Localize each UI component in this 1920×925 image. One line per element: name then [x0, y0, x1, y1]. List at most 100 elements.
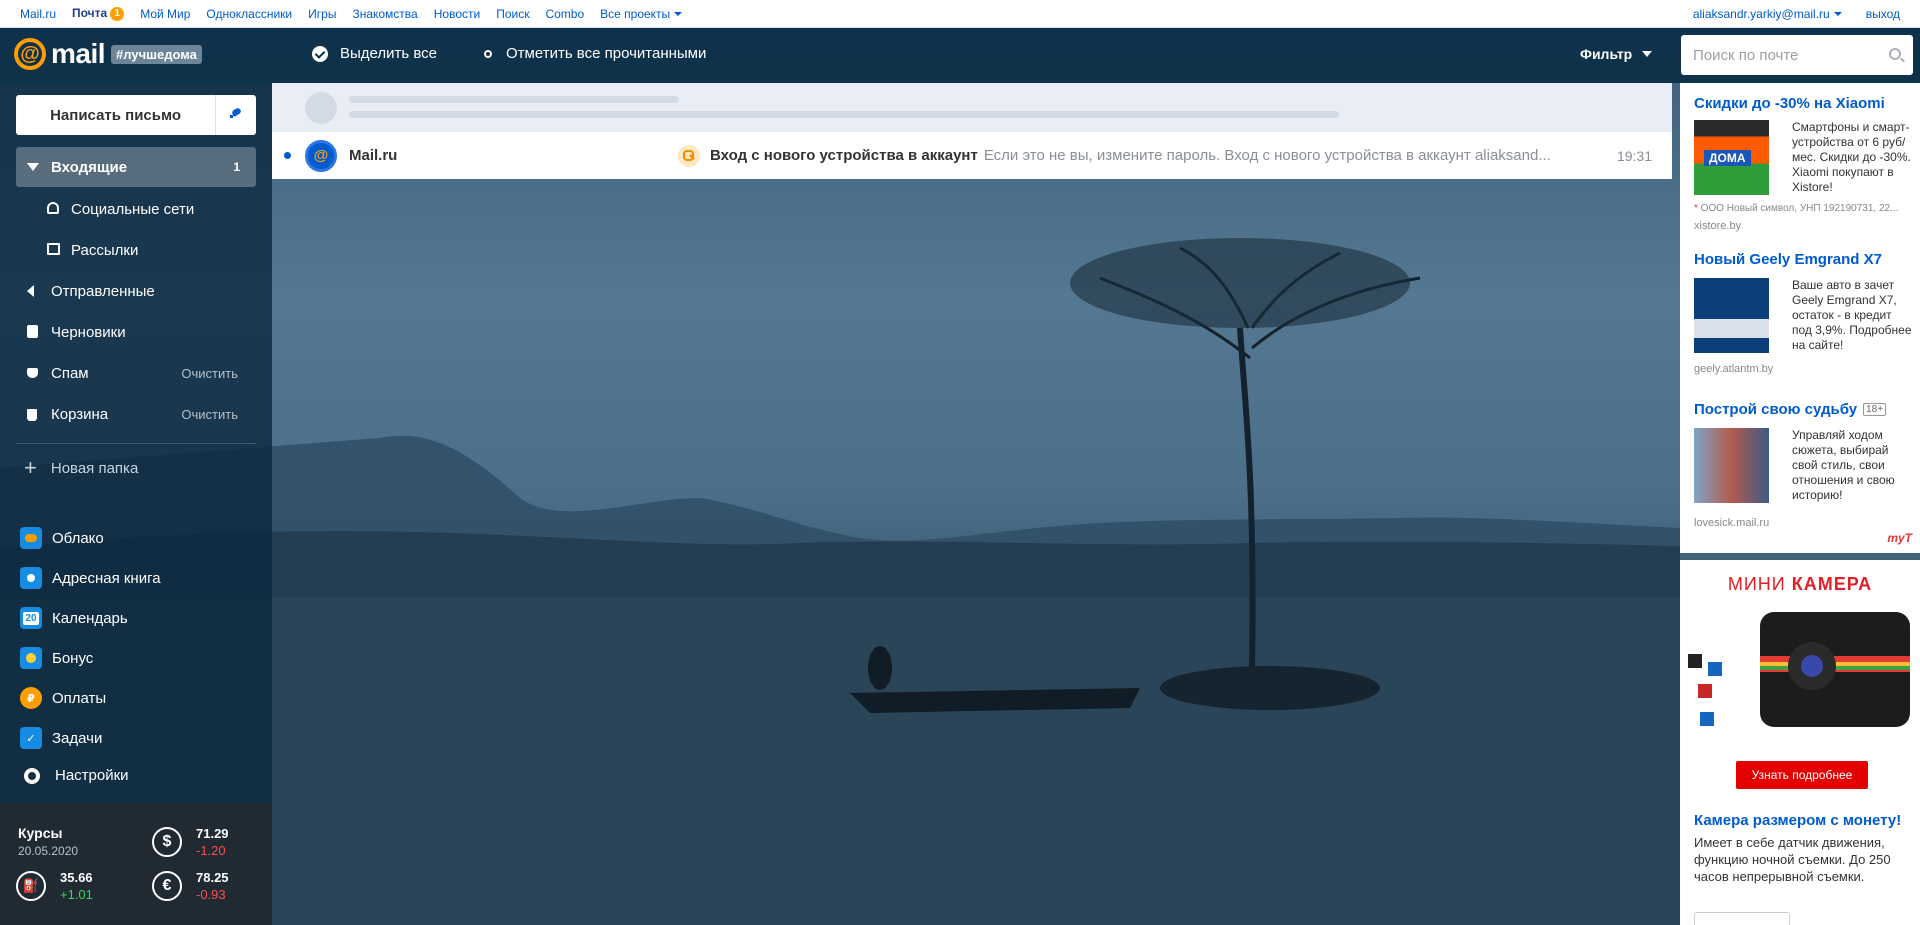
folder-drafts[interactable]: Черновики — [16, 312, 256, 352]
message-row[interactable]: @ Mail.ru Вход с нового устройства в акк… — [272, 131, 1672, 179]
ad-geely-image[interactable] — [1694, 278, 1769, 353]
ad-xiaomi-image-label: ДОМА — [1704, 150, 1751, 166]
service-bonus[interactable]: Бонус — [20, 647, 93, 669]
folder-trash[interactable]: Корзина Очистить — [16, 394, 256, 434]
compose-button[interactable]: Написать письмо — [16, 95, 256, 135]
usd-value: 71.29 — [196, 826, 229, 841]
currency-widget[interactable]: Курсы 20.05.2020 $ 71.29 -1.20 ⛽ 35.66 +1.… — [0, 803, 272, 925]
ad-camera-image[interactable] — [1680, 604, 1920, 734]
search-icon[interactable] — [1889, 48, 1901, 60]
service-tasks-label: Задачи — [52, 729, 103, 747]
mail-logo[interactable]: @ mail #лучшедома — [14, 38, 202, 70]
portal-bar: Mail.ru Почта 1 Мой Мир Одноклассники Игр… — [0, 0, 1920, 28]
ad-lovesick-image[interactable] — [1694, 428, 1769, 503]
folder-inbox[interactable]: Входящие 1 — [16, 147, 256, 187]
logo-hashtag: #лучшедома — [111, 44, 202, 64]
message-sender: Mail.ru — [349, 147, 398, 164]
filter-button[interactable]: Фильтр — [1580, 46, 1653, 62]
chevron-down-icon — [1642, 51, 1653, 57]
ad-lovesick-text: Управляй ходом сюжета, выбирай свой стил… — [1792, 428, 1895, 502]
service-payments[interactable]: ₽ Оплаты — [20, 687, 106, 709]
ad-xiaomi[interactable]: Скидки до -30% на Xiaomi ДОМА Смартфоны … — [1694, 95, 1914, 232]
user-menu[interactable]: aliaksandr.yarkiy@mail.ru — [1693, 7, 1842, 21]
gear-icon — [24, 767, 40, 784]
service-calendar-label: Календарь — [52, 609, 128, 627]
logout-link[interactable]: выход — [1866, 7, 1900, 21]
clear-spam-button[interactable]: Очистить — [181, 366, 238, 381]
folder-social[interactable]: Социальные сети — [36, 189, 256, 229]
ad-lovesick-source[interactable]: lovesick.mail.ru — [1694, 517, 1914, 529]
service-tasks[interactable]: ✓ Задачи — [20, 727, 102, 749]
select-all-button[interactable]: Выделить все — [312, 45, 437, 62]
folder-newsletters-label: Рассылки — [71, 241, 139, 259]
ad-xiaomi-source[interactable]: xistore.by — [1694, 220, 1914, 232]
portal-link-ok[interactable]: Одноклассники — [206, 7, 292, 21]
search-input[interactable] — [1693, 46, 1873, 64]
portal-user: aliaksandr.yarkiy@mail.ru выход — [1693, 7, 1900, 21]
user-email: aliaksandr.yarkiy@mail.ru — [1692, 6, 1830, 21]
portal-link-dating[interactable]: Знакомства — [352, 7, 417, 21]
triangle-down-icon — [27, 160, 41, 174]
ad-xiaomi-text: Смартфоны и смарт-устройства от 6 руб/ме… — [1792, 120, 1911, 194]
thumbs-down-icon — [27, 366, 41, 380]
portal-link-my-world[interactable]: Мой Мир — [140, 7, 190, 21]
plus-icon: + — [24, 455, 37, 480]
ad-geely-source[interactable]: geely.atlantm.by — [1694, 363, 1914, 375]
clear-trash-button[interactable]: Очистить — [181, 407, 238, 422]
ad-geely-title[interactable]: Новый Geely Emgrand X7 — [1694, 251, 1914, 268]
folder-inbox-label: Входящие — [51, 158, 128, 176]
oil-value: 35.66 — [60, 870, 93, 885]
ad-geely-text: Ваше авто в зачет Geely Emgrand X7, оста… — [1792, 278, 1912, 352]
service-contacts-label: Адресная книга — [52, 569, 161, 587]
portal-link-combo[interactable]: Combo — [545, 7, 584, 21]
service-cloud-label: Облако — [52, 529, 104, 547]
folder-social-label: Социальные сети — [71, 200, 195, 218]
ad-block: Скидки до -30% на Xiaomi ДОМА Смартфоны … — [1680, 83, 1920, 553]
ad-mini-camera[interactable]: МИНИ КАМЕРА Узнать подробнее Камера разм… — [1680, 560, 1920, 925]
portal-link-mailru[interactable]: Mail.ru — [20, 7, 56, 21]
portal-link-all-projects[interactable]: Все проекты — [600, 7, 698, 21]
ad-lovesick[interactable]: Построй свою судьбу 18+ Управляй ходом сю… — [1694, 401, 1914, 529]
select-all-label: Выделить все — [340, 45, 438, 62]
logo-word: mail — [51, 38, 106, 69]
service-cloud[interactable]: Облако — [20, 527, 104, 549]
ad-camera-text: Имеет в себе датчик движения, функцию но… — [1694, 835, 1891, 884]
ad-lovesick-body: Управляй ходом сюжета, выбирай свой стил… — [1694, 428, 1914, 503]
ad-xiaomi-image[interactable]: ДОМА — [1694, 120, 1769, 195]
ad-geely[interactable]: Новый Geely Emgrand X7 Ваше авто в зачет… — [1694, 251, 1914, 375]
portal-link-mail-label: Почта — [72, 6, 108, 20]
compose-options-icon[interactable] — [216, 95, 256, 135]
new-folder-button[interactable]: + Новая папка — [24, 455, 139, 480]
portal-link-mail[interactable]: Почта 1 — [72, 6, 125, 21]
mytarget-logo[interactable]: myT — [1887, 531, 1912, 545]
ad-camera-title[interactable]: Камера размером с монету! — [1694, 812, 1901, 829]
message-subject: Вход с нового устройства в аккаунт — [710, 147, 978, 164]
check-circle-icon — [312, 45, 328, 62]
settings-link[interactable]: Настройки — [20, 767, 129, 784]
ad-camera-more-button[interactable] — [1694, 912, 1790, 925]
sender-avatar: @ — [305, 139, 337, 172]
service-calendar[interactable]: 20 Календарь — [20, 607, 128, 629]
at-logo-icon: @ — [14, 38, 46, 70]
portal-link-news[interactable]: Новости — [434, 7, 480, 21]
portal-link-search[interactable]: Поиск — [496, 7, 529, 21]
service-contacts[interactable]: Адресная книга — [20, 567, 161, 589]
unread-dot-icon[interactable] — [284, 152, 291, 159]
ad-lovesick-title[interactable]: Построй свою судьбу — [1694, 401, 1857, 418]
age-rating-badge: 18+ — [1863, 403, 1887, 416]
service-payments-label: Оплаты — [52, 689, 107, 707]
new-folder-label: Новая папка — [50, 459, 139, 477]
folder-spam[interactable]: Спам Очистить — [16, 353, 256, 393]
tasks-checkbox-icon: ✓ — [20, 727, 42, 749]
ad-camera-cta-button[interactable]: Узнать подробнее — [1736, 761, 1868, 789]
chevron-down-icon — [1833, 11, 1842, 16]
mark-all-read-button[interactable]: Отметить все прочитанными — [484, 45, 706, 62]
folder-newsletters[interactable]: Рассылки — [36, 230, 256, 270]
ad-camera-brand: МИНИ КАМЕРА — [1680, 574, 1920, 595]
loading-placeholder-row — [272, 83, 1672, 131]
ad-xiaomi-title[interactable]: Скидки до -30% на Xiaomi — [1694, 95, 1914, 112]
search-box — [1681, 35, 1913, 75]
folder-sent[interactable]: Отправленные — [16, 271, 256, 311]
portal-link-games[interactable]: Игры — [308, 7, 336, 21]
ad-camera-brand-light: МИНИ — [1727, 574, 1792, 594]
